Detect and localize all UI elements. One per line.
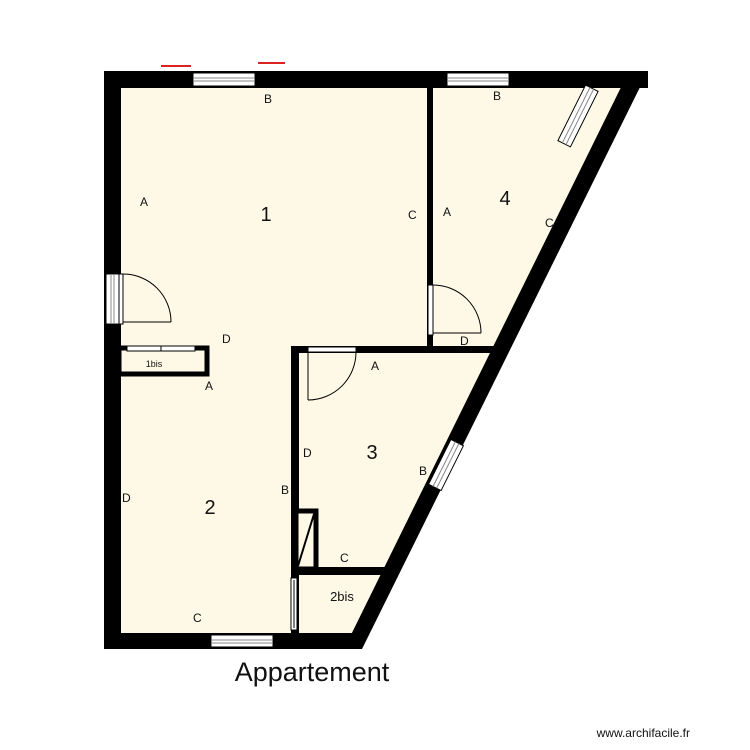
room-3-label: 3 <box>366 442 377 464</box>
window-room1-top <box>192 72 256 87</box>
outer-wall-top <box>104 71 648 88</box>
watermark-text: www.archifacile.fr <box>596 726 690 740</box>
room1-wall-a: A <box>140 195 148 209</box>
room4-wall-d: D <box>460 334 469 348</box>
room3-wall-d: D <box>303 446 312 460</box>
room1-wall-c: C <box>408 208 417 222</box>
room-1-label: 1 <box>260 204 271 226</box>
room2-wall-b: B <box>281 483 289 497</box>
room4-wall-c: C <box>545 216 554 230</box>
floor-plan-canvas: 1 1bis 2 2bis 3 4 A B C D A B C D A B C … <box>0 0 750 750</box>
room1-wall-d: D <box>222 332 231 346</box>
room2-wall-a: A <box>205 379 213 393</box>
room4-wall-a: A <box>443 205 451 219</box>
door-room2bis <box>290 577 298 631</box>
room2-wall-c: C <box>193 611 202 625</box>
room3-wall-a: A <box>371 359 379 373</box>
room-1bis-label: 1bis <box>146 359 163 369</box>
room3-wall-b: B <box>419 464 427 478</box>
floor-plan-svg: 1 1bis 2 2bis 3 4 A B C D A B C D A B C … <box>104 62 690 740</box>
room-4-label: 4 <box>499 188 510 210</box>
room-2-label: 2 <box>204 497 215 519</box>
window-room4-top <box>446 72 510 87</box>
room-2bis-label: 2bis <box>330 589 354 604</box>
room1-wall-b: B <box>264 92 272 106</box>
closet-1bis-sliding-doors <box>126 345 196 352</box>
window-room1-left <box>105 273 120 325</box>
room4-wall-b: B <box>493 89 501 103</box>
closet-1bis-outline <box>116 345 210 377</box>
room2-wall-d: D <box>122 491 131 505</box>
window-room2-bottom <box>210 634 274 648</box>
plan-title: Appartement <box>235 657 390 687</box>
room3-wall-c: C <box>340 551 349 565</box>
markers <box>161 62 285 67</box>
